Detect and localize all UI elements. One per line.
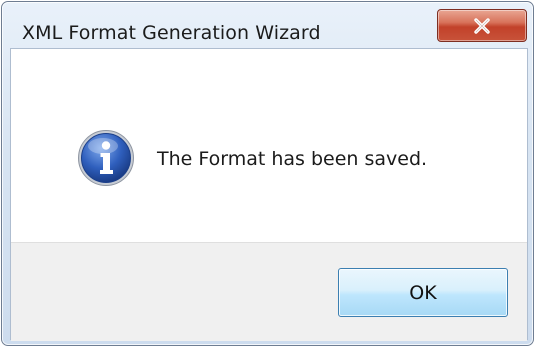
message-dialog: XML Format Generation Wizard The Format … [1, 1, 534, 346]
information-icon [78, 130, 134, 186]
close-x-icon [474, 17, 490, 34]
title-bar[interactable]: XML Format Generation Wizard [2, 2, 533, 48]
close-button[interactable] [437, 9, 527, 42]
window-title: XML Format Generation Wizard [22, 22, 321, 44]
dialog-content: The Format has been saved. OK [10, 48, 528, 341]
message-text: The Format has been saved. [157, 148, 428, 170]
message-area: The Format has been saved. [11, 49, 527, 242]
button-bar: OK [11, 242, 527, 341]
ok-button[interactable]: OK [338, 268, 508, 317]
